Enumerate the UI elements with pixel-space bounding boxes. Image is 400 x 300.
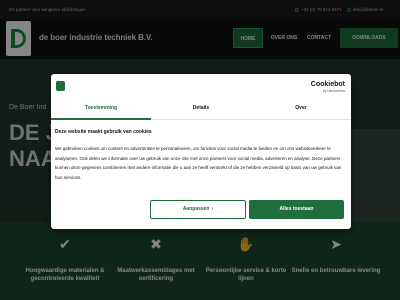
allow-all-button[interactable]: Alles toestaan xyxy=(249,200,344,219)
site-logo-small xyxy=(56,81,65,91)
consent-tabs: Toestemming Details Over xyxy=(51,99,351,120)
cookiebot-sublabel: by Usercentrics xyxy=(323,89,345,93)
tab-details[interactable]: Details xyxy=(151,99,251,120)
cookie-consent-dialog: Cookiebot by Usercentrics Toestemming De… xyxy=(51,74,351,229)
dialog-body: We gebruiken cookies om content en adver… xyxy=(55,146,342,181)
chevron-right-icon: › xyxy=(211,206,214,212)
customize-button[interactable]: Aanpassen › xyxy=(150,200,246,219)
tab-over[interactable]: Over xyxy=(251,99,351,120)
dialog-title: Deze website maakt gebruik van cookies xyxy=(55,129,152,135)
tab-toestemming[interactable]: Toestemming xyxy=(51,99,151,120)
customize-label: Aanpassen xyxy=(182,206,210,212)
cookiebot-logo: Cookiebot xyxy=(310,81,345,88)
